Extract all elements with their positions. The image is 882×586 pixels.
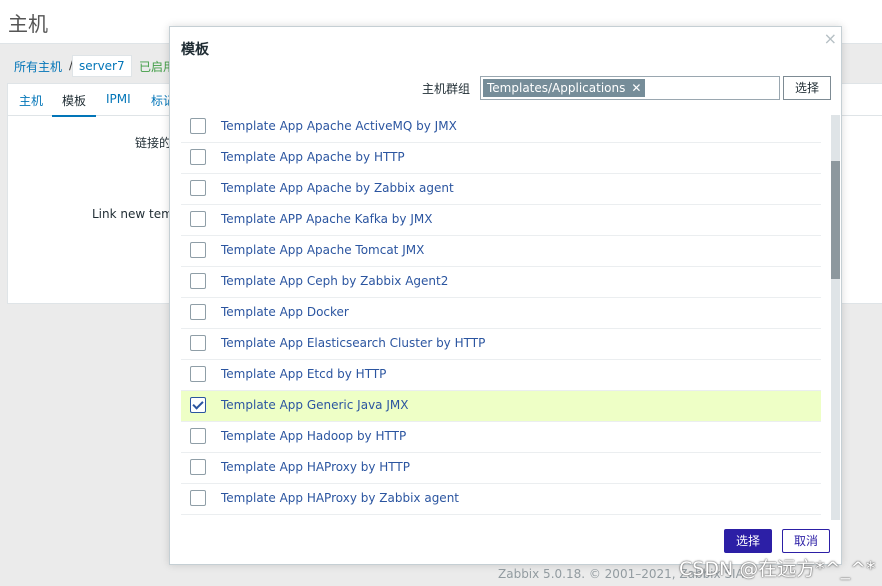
tab-ipmi[interactable]: IPMI [106,92,131,106]
template-checkbox[interactable] [190,118,206,134]
template-checkbox[interactable] [190,459,206,475]
template-checkbox[interactable] [190,273,206,289]
tab-templates[interactable]: 模板 [52,92,97,117]
list-item[interactable]: Template App HAProxy by HTTP [181,453,821,484]
list-item[interactable]: Template App Elasticsearch Cluster by HT… [181,329,821,360]
page-title: 主机 [8,12,48,36]
template-link[interactable]: Template App Ceph by Zabbix Agent2 [221,274,448,288]
link-new-templates-label: Link new temp [92,207,181,221]
template-link[interactable]: Template App Apache by HTTP [221,150,405,164]
template-link[interactable]: Template APP Apache Kafka by JMX [221,212,432,226]
template-link[interactable]: Template App Generic Java JMX [221,398,408,412]
tab-host[interactable]: 主机 [19,92,43,109]
template-checkbox[interactable] [190,335,206,351]
host-group-chip: Templates/Applications ✕ [483,79,646,97]
scrollbar-thumb[interactable] [831,161,840,279]
list-item[interactable]: Template App Apache by Zabbix agent [181,174,821,205]
dialog-title: 模板 [181,42,209,58]
host-group-label: 主机群组 [422,82,471,96]
host-group-select-button[interactable]: 选择 [783,76,831,100]
template-select-dialog: 模板 × 主机群组 Templates/Applications ✕ 选择 Tem… [169,26,842,565]
template-checkbox[interactable] [190,366,206,382]
list-item[interactable]: Template App Apache ActiveMQ by JMX [181,112,821,143]
template-link[interactable]: Template App Apache by Zabbix agent [221,181,454,195]
remove-icon[interactable]: ✕ [631,81,641,95]
list-item[interactable]: Template App Apache Tomcat JMX [181,236,821,267]
list-item[interactable]: Template APP Apache Kafka by JMX [181,205,821,236]
template-checkbox[interactable] [190,428,206,444]
watermark: CSDN @在远方*^_^* [679,558,876,580]
template-checkbox[interactable] [190,490,206,506]
cancel-button[interactable]: 取消 [782,529,830,553]
template-checkbox[interactable] [190,304,206,320]
template-link[interactable]: Template App Etcd by HTTP [221,367,386,381]
host-group-chip-label: Templates/Applications [487,81,626,95]
template-list: Template App Apache ActiveMQ by JMX Templ… [181,112,821,515]
list-item[interactable]: Template App Hadoop by HTTP [181,422,821,453]
template-link[interactable]: Template App Apache Tomcat JMX [221,243,424,257]
template-checkbox[interactable] [190,149,206,165]
breadcrumb-all-hosts[interactable]: 所有主机 [14,58,62,75]
list-item[interactable]: Template App HAProxy by Zabbix agent [181,484,821,515]
list-item[interactable]: Template App Ceph by Zabbix Agent2 [181,267,821,298]
template-link[interactable]: Template App Apache ActiveMQ by JMX [221,119,457,133]
linked-templates-label: 链接的 [135,136,172,150]
template-checkbox[interactable] [190,397,206,413]
breadcrumb-host[interactable]: server7 [72,55,132,77]
template-link[interactable]: Template App Docker [221,305,349,319]
template-link[interactable]: Template App Hadoop by HTTP [221,429,406,443]
template-link[interactable]: Template App HAProxy by HTTP [221,460,410,474]
close-icon[interactable]: × [824,29,837,48]
select-button[interactable]: 选择 [724,529,772,553]
template-checkbox[interactable] [190,180,206,196]
list-item[interactable]: Template App Apache by HTTP [181,143,821,174]
list-item[interactable]: Template App Docker [181,298,821,329]
template-checkbox[interactable] [190,211,206,227]
template-link[interactable]: Template App HAProxy by Zabbix agent [221,491,459,505]
template-checkbox[interactable] [190,242,206,258]
list-item[interactable]: Template App Generic Java JMX [181,391,821,422]
list-item[interactable]: Template App Etcd by HTTP [181,360,821,391]
host-group-multiselect[interactable]: Templates/Applications ✕ [480,76,780,100]
template-link[interactable]: Template App Elasticsearch Cluster by HT… [221,336,485,350]
